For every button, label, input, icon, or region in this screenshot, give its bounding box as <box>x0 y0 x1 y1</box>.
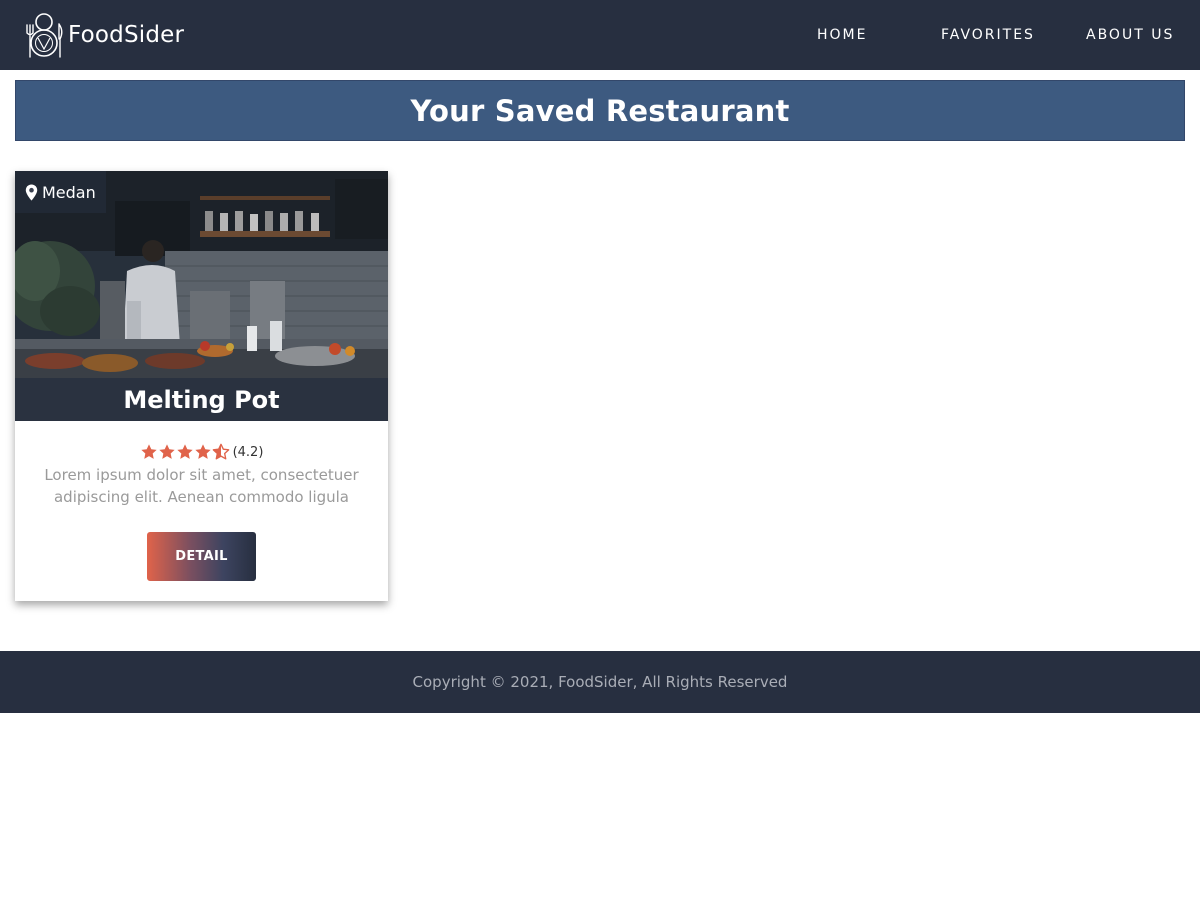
copyright-text: Copyright © 2021, FoodSider, All Rights … <box>412 673 788 691</box>
location-city: Medan <box>42 182 96 202</box>
star-half-icon <box>212 443 229 460</box>
rating-row: (4.2) <box>15 442 388 462</box>
page-title: Your Saved Restaurant <box>410 93 790 128</box>
rating-value: (4.2) <box>232 444 264 460</box>
nav-about-link[interactable]: ABOUT US <box>1086 27 1174 43</box>
brand-name: FoodSider <box>68 22 185 48</box>
star-full-icon <box>158 444 175 459</box>
star-full-icon <box>140 444 157 459</box>
star-full-icon <box>176 444 193 459</box>
nav-home-link[interactable]: HOME <box>817 27 867 43</box>
page-title-bar: Your Saved Restaurant <box>15 80 1185 141</box>
navbar: FoodSider HOME FAVORITES ABOUT US <box>0 0 1200 70</box>
detail-button[interactable]: DETAIL <box>147 532 256 581</box>
restaurant-card: Medan Melting Pot (4.2) Lorem ipsum dolo… <box>15 171 388 601</box>
footer: Copyright © 2021, FoodSider, All Rights … <box>0 651 1200 713</box>
brand-link[interactable]: FoodSider <box>24 9 184 61</box>
restaurant-image: Medan Melting Pot <box>15 171 388 421</box>
star-full-icon <box>194 444 211 459</box>
nav-favorites-link[interactable]: FAVORITES <box>941 27 1035 43</box>
rating-stars <box>140 443 230 461</box>
restaurant-name: Melting Pot <box>123 385 280 414</box>
restaurant-name-overlay: Melting Pot <box>15 378 388 421</box>
fork-plate-knife-logo-icon <box>26 13 63 58</box>
location-badge: Medan <box>15 171 106 213</box>
restaurant-description: Lorem ipsum dolor sit amet, consectetuer… <box>44 466 359 506</box>
map-pin-icon <box>25 184 38 200</box>
restaurant-card-body: (4.2) Lorem ipsum dolor sit amet, consec… <box>15 421 388 581</box>
